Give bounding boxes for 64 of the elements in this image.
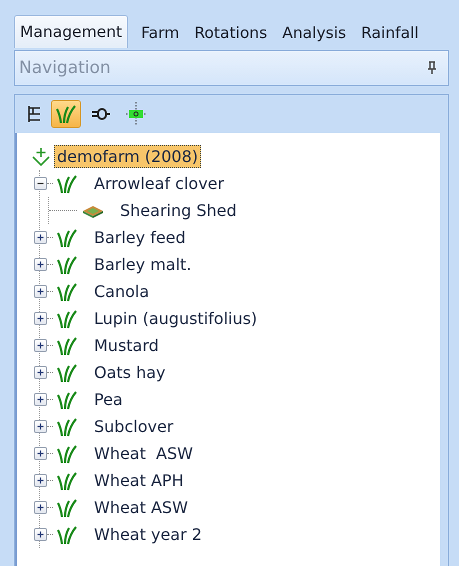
expand-button[interactable] [34,339,47,352]
crop-icon [55,416,79,438]
crop-icon [55,308,79,330]
tree-item[interactable]: Pea [91,388,126,411]
navigation-title: Navigation [19,58,111,78]
crop-icon [55,254,79,276]
crop-icon [55,388,79,410]
plus-icon [35,232,46,243]
expand-button[interactable] [34,474,47,487]
tab[interactable]: Farm [132,18,186,48]
plus-icon [35,502,46,513]
crop-icon [55,496,79,518]
tab[interactable]: Rotations [185,18,274,48]
crop-icon [55,524,79,546]
expand-button[interactable] [34,312,47,325]
tree-item[interactable]: Wheat ASW [91,496,191,519]
expand-button[interactable] [34,285,47,298]
tree-item[interactable]: Barley malt. [91,253,194,276]
plus-icon [35,394,46,405]
plus-icon [35,421,46,432]
plus-icon [35,448,46,459]
crosshair-icon [124,102,148,126]
expand-button[interactable] [34,393,47,406]
plus-icon [35,259,46,270]
crop-icon [54,103,78,125]
tree-item[interactable]: Mustard [91,334,162,357]
tree-item[interactable]: Subclover [91,415,176,438]
tree-item[interactable]: Oats hay [91,361,169,384]
tree-item[interactable]: Wheat ASW [91,442,196,465]
plus-icon [35,313,46,324]
crop-icon [55,172,79,194]
tree-item[interactable]: Arrowleaf clover [91,172,228,195]
tab[interactable]: Management [14,15,128,48]
crop-icon [55,362,79,384]
plus-icon [35,286,46,297]
tree-view-icon [26,104,42,124]
crop-icon [55,470,79,492]
pin-icon[interactable] [426,61,438,75]
plus-icon [35,367,46,378]
tree-item[interactable]: Canola [91,280,152,303]
tree-item[interactable]: Wheat year 2 [91,523,205,546]
expand-button[interactable] [34,528,47,541]
plant-icon [32,147,50,166]
crop-icon [55,226,79,248]
collapse-button[interactable] [34,177,47,190]
expand-button[interactable] [34,366,47,379]
tab[interactable]: Analysis [273,18,352,48]
expand-button[interactable] [34,420,47,433]
plus-icon [35,340,46,351]
tree-item[interactable]: Barley feed [91,226,189,249]
tree-item[interactable]: demofarm (2008) [54,145,201,168]
crop-icon [55,442,79,464]
tree-item[interactable]: Wheat APH [91,469,187,492]
tree-item[interactable]: Lupin (augustifolius) [91,307,260,330]
tab[interactable]: Rainfall [352,18,425,48]
expand-button[interactable] [34,231,47,244]
expand-button[interactable] [34,501,47,514]
plus-icon [35,529,46,540]
crop-icon [55,280,79,302]
plus-icon [35,475,46,486]
expand-button[interactable] [34,447,47,460]
crop-icon [55,334,79,356]
expand-button[interactable] [34,258,47,271]
tree-item[interactable]: Shearing Shed [117,199,240,222]
